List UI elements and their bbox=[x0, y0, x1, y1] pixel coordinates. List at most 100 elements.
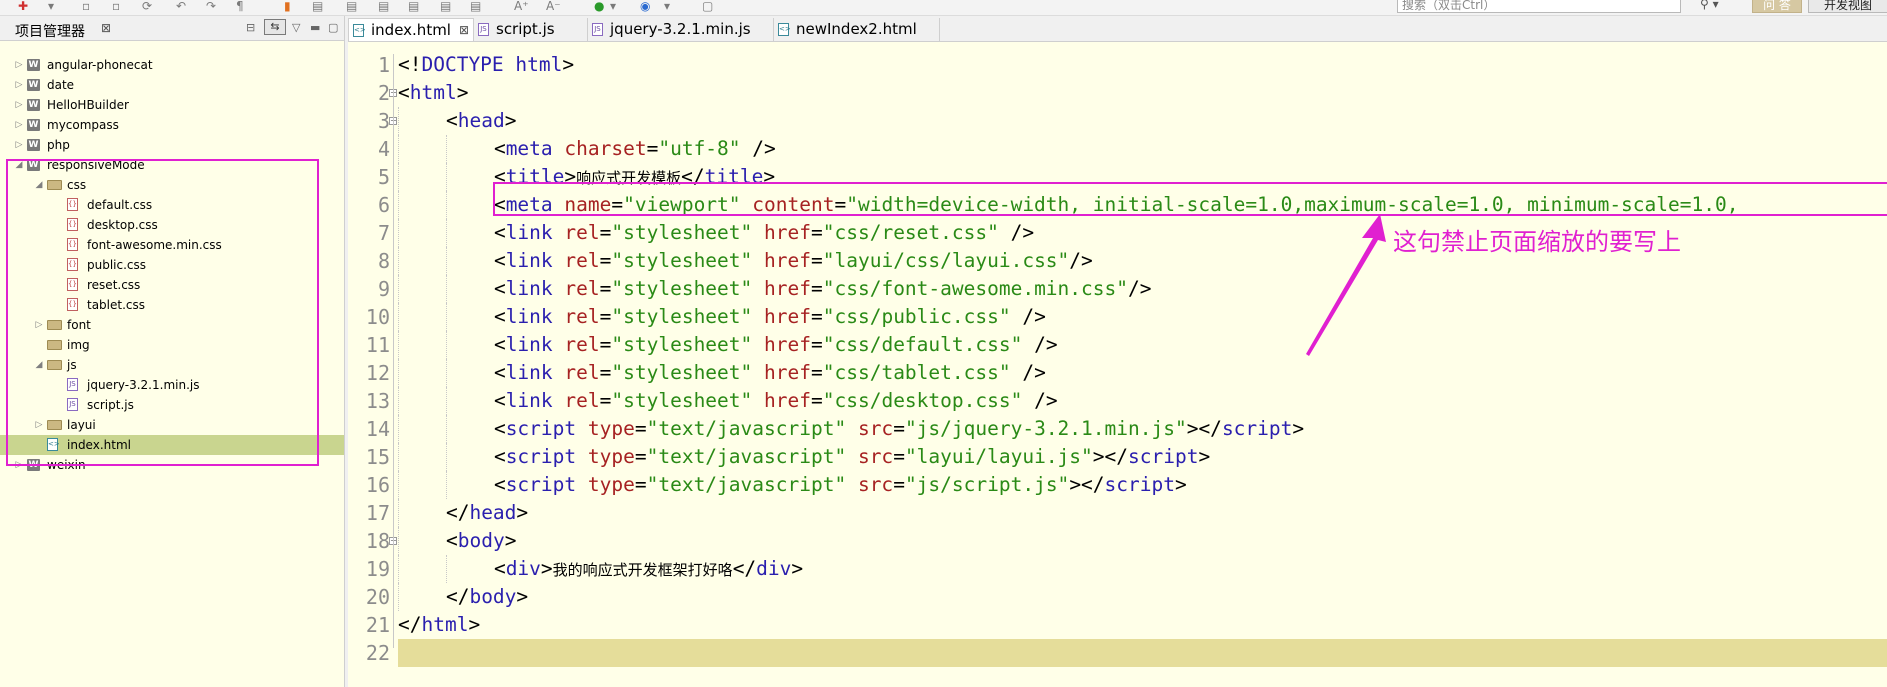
collapse-arrow-icon[interactable]: ◢ bbox=[14, 155, 24, 175]
code-line[interactable]: <div>我的响应式开发框架打好咯</div> bbox=[398, 555, 1887, 583]
code-line[interactable]: <meta charset="utf-8" /> bbox=[398, 135, 1887, 163]
collapse-arrow-icon[interactable]: ◢ bbox=[34, 175, 44, 195]
tree-item-font[interactable]: ▷ font bbox=[0, 315, 344, 335]
tree-item-desktop-css[interactable]: {} desktop.css bbox=[0, 215, 344, 235]
nav-icon-6[interactable]: ▤ bbox=[470, 0, 481, 13]
new-icon[interactable]: ✚ bbox=[18, 0, 28, 13]
ask-button[interactable]: 问 答 bbox=[1752, 0, 1802, 13]
code-line[interactable]: <link rel="stylesheet" href="css/default… bbox=[398, 331, 1887, 359]
main-toolbar: ✚ ▾ ▫ ▫ ⟳ ↶ ↷ ¶ ▮ ▤ ▤ ▤ ▤ ▤ ▤ A⁺ A⁻ ● ▾ … bbox=[0, 0, 1887, 16]
code-line[interactable]: <meta name="viewport" content="width=dev… bbox=[398, 191, 1887, 219]
code-area[interactable]: <!DOCTYPE html> <html> <head> <meta chars… bbox=[398, 42, 1887, 687]
indent-guide bbox=[445, 247, 494, 275]
maximize-icon[interactable]: ▢ bbox=[328, 21, 338, 34]
expand-arrow-icon[interactable]: ▷ bbox=[14, 115, 24, 135]
redo-icon[interactable]: ↷ bbox=[206, 0, 216, 13]
code-line[interactable]: <script type="text/javascript" src="js/j… bbox=[398, 415, 1887, 443]
expand-arrow-icon[interactable]: ▷ bbox=[14, 75, 24, 95]
tree-item-script-js[interactable]: JS script.js bbox=[0, 395, 344, 415]
nav-icon-4[interactable]: ▤ bbox=[408, 0, 419, 13]
tree-item-font-awesome-min-css[interactable]: {} font-awesome.min.css bbox=[0, 235, 344, 255]
code-line[interactable]: <html> bbox=[398, 79, 1887, 107]
run-dropdown-icon[interactable]: ▾ bbox=[610, 0, 616, 13]
minimize-icon[interactable]: ▬ bbox=[310, 21, 320, 34]
dropdown-icon[interactable]: ▾ bbox=[48, 0, 54, 13]
tree-item-label: img bbox=[67, 338, 90, 352]
browser-dropdown-icon[interactable]: ▾ bbox=[664, 0, 670, 13]
tree-item-mycompass[interactable]: ▷ Wmycompass bbox=[0, 115, 344, 135]
font-increase-icon[interactable]: A⁺ bbox=[514, 0, 529, 13]
collapse-all-icon[interactable]: ⊟ bbox=[246, 21, 255, 34]
code-line[interactable]: <link rel="stylesheet" href="css/tablet.… bbox=[398, 359, 1887, 387]
close-icon[interactable]: ⊠ bbox=[101, 21, 111, 35]
line-number: 6 bbox=[377, 193, 390, 217]
bookmark-icon[interactable]: ▮ bbox=[284, 0, 291, 13]
code-token: script bbox=[1128, 445, 1199, 468]
expand-arrow-icon[interactable]: ▷ bbox=[34, 415, 44, 435]
nav-icon-5[interactable]: ▤ bbox=[440, 0, 451, 13]
code-token: "layui/layui.js" bbox=[904, 445, 1093, 468]
tab-close-icon[interactable]: ⊠ bbox=[459, 19, 469, 42]
nav-icon-2[interactable]: ▤ bbox=[346, 0, 357, 13]
code-line[interactable]: <link rel="stylesheet" href="css/desktop… bbox=[398, 387, 1887, 415]
tree-item-index-html[interactable]: <> index.html bbox=[0, 435, 344, 455]
view-switch-button[interactable]: 开发视图 bbox=[1808, 0, 1887, 13]
save-all-icon[interactable]: ▫ bbox=[112, 0, 120, 13]
format-icon[interactable]: ¶ bbox=[236, 0, 244, 13]
preview-icon[interactable]: ▢ bbox=[702, 0, 713, 13]
expand-arrow-icon[interactable]: ▷ bbox=[34, 315, 44, 335]
collapse-arrow-icon[interactable]: ◢ bbox=[34, 355, 44, 375]
code-line[interactable]: </head> bbox=[398, 499, 1887, 527]
link-editor-icon[interactable]: ⇆ bbox=[264, 19, 286, 35]
code-line[interactable]: <link rel="stylesheet" href="css/public.… bbox=[398, 303, 1887, 331]
expand-arrow-icon[interactable]: ▷ bbox=[14, 55, 24, 75]
save-icon[interactable]: ▫ bbox=[82, 0, 90, 13]
tree-item-public-css[interactable]: {} public.css bbox=[0, 255, 344, 275]
search-input[interactable]: 搜索（双击Ctrl） bbox=[1397, 0, 1681, 13]
tree-item-hellohbuilder[interactable]: ▷ W HelloHBuilder bbox=[0, 95, 344, 115]
code-line[interactable]: <head> bbox=[398, 107, 1887, 135]
search-icon[interactable]: ⚲ ▾ bbox=[1700, 0, 1719, 11]
nav-icon-3[interactable]: ▤ bbox=[378, 0, 389, 13]
tree-item-weixin[interactable]: ▷ Wweixin bbox=[0, 455, 344, 475]
code-line[interactable]: <script type="text/javascript" src="js/s… bbox=[398, 471, 1887, 499]
tree-item-date[interactable]: ▷ Wdate bbox=[0, 75, 344, 95]
tree-item-php[interactable]: ▷ Wphp bbox=[0, 135, 344, 155]
tab-jquery-3-2-1-min-js[interactable]: JS jquery-3.2.1.min.js bbox=[588, 18, 774, 41]
tree-item-layui[interactable]: ▷ layui bbox=[0, 415, 344, 435]
tab-index-html[interactable]: <> index.html ⊠ bbox=[348, 18, 474, 41]
code-line[interactable]: </html> bbox=[398, 611, 1887, 639]
code-line[interactable]: <!DOCTYPE html> bbox=[398, 51, 1887, 79]
tree-item-css[interactable]: ◢ css bbox=[0, 175, 344, 195]
refresh-icon[interactable]: ⟳ bbox=[142, 0, 152, 13]
tree-item-angular-phonecat[interactable]: ▷ Wangular-phonecat bbox=[0, 55, 344, 75]
code-line[interactable]: <body> bbox=[398, 527, 1887, 555]
code-line[interactable]: <title>响应式开发模板</title> bbox=[398, 163, 1887, 191]
tree-item-js[interactable]: ◢ js bbox=[0, 355, 344, 375]
expand-arrow-icon[interactable]: ▷ bbox=[14, 95, 24, 115]
expand-arrow-icon[interactable]: ▷ bbox=[14, 455, 24, 475]
tab-newindex2-html[interactable]: <> newIndex2.html bbox=[774, 18, 940, 41]
view-menu-icon[interactable]: ▽ bbox=[292, 21, 300, 34]
browser-icon[interactable]: ◉ bbox=[640, 0, 650, 13]
tree-item-label: css bbox=[67, 178, 87, 192]
code-line[interactable]: </body> bbox=[398, 583, 1887, 611]
tree-item-default-css[interactable]: {} default.css bbox=[0, 195, 344, 215]
code-line[interactable] bbox=[398, 639, 1887, 667]
code-line[interactable]: <link rel="stylesheet" href="css/font-aw… bbox=[398, 275, 1887, 303]
font-decrease-icon[interactable]: A⁻ bbox=[546, 0, 561, 13]
undo-icon[interactable]: ↶ bbox=[176, 0, 186, 13]
run-icon[interactable]: ● bbox=[594, 0, 604, 13]
panel-title: 项目管理器 bbox=[15, 24, 85, 40]
tree-item-reset-css[interactable]: {} reset.css bbox=[0, 275, 344, 295]
code-token: < bbox=[493, 557, 506, 580]
nav-icon-1[interactable]: ▤ bbox=[312, 0, 323, 13]
code-line[interactable]: <script type="text/javascript" src="layu… bbox=[398, 443, 1887, 471]
tree-item-tablet-css[interactable]: {} tablet.css bbox=[0, 295, 344, 315]
tab-script-js[interactable]: JS script.js bbox=[474, 18, 588, 41]
tree-item-jquery-3-2-1-min-js[interactable]: JS jquery-3.2.1.min.js bbox=[0, 375, 344, 395]
expand-arrow-icon[interactable]: ▷ bbox=[14, 135, 24, 155]
tree-item-img[interactable]: img bbox=[0, 335, 344, 355]
tree-item-responsivemode[interactable]: ◢ WresponsiveMode bbox=[0, 155, 344, 175]
